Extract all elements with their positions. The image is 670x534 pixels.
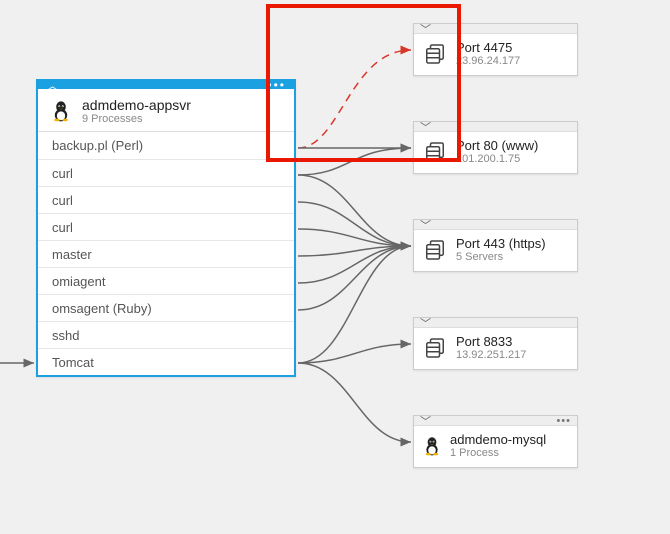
port-name: Port 80 (www) — [456, 138, 538, 153]
linux-penguin-icon — [422, 436, 442, 456]
chevron-up-icon[interactable]: ︿ — [46, 79, 59, 92]
process-item[interactable]: master — [38, 240, 294, 267]
process-item[interactable]: Tomcat — [38, 348, 294, 375]
server-stack-icon — [422, 336, 448, 360]
port-node-header: ﹀ ••• — [414, 416, 577, 426]
port-subtitle: 23.96.24.177 — [456, 55, 520, 67]
process-item[interactable]: backup.pl (Perl) — [38, 132, 294, 159]
chevron-down-icon[interactable]: ﹀ — [420, 413, 431, 429]
port-node-443[interactable]: ﹀ ••• Port 443 (https) 5 Servers — [413, 219, 578, 272]
port-name: Port 443 (https) — [456, 236, 546, 251]
port-node-body: Port 443 (https) 5 Servers — [414, 230, 577, 271]
linux-penguin-icon — [50, 100, 72, 122]
server-title-row: admdemo-appsvr 9 Processes — [38, 89, 294, 132]
port-name: Port 8833 — [456, 334, 526, 349]
port-node-body: admdemo-mysql 1 Process — [414, 426, 577, 467]
process-item[interactable]: curl — [38, 213, 294, 240]
highlight-rectangle — [266, 4, 461, 162]
server-node-admdemo-appsvr[interactable]: ︿ ••• admdemo-appsvr 9 Processes backup.… — [36, 79, 296, 377]
process-item[interactable]: curl — [38, 159, 294, 186]
process-item[interactable]: sshd — [38, 321, 294, 348]
process-item[interactable]: omiagent — [38, 267, 294, 294]
process-item[interactable]: curl — [38, 186, 294, 213]
server-node-header: ︿ ••• — [38, 81, 294, 89]
process-item[interactable]: omsagent (Ruby) — [38, 294, 294, 321]
process-list: backup.pl (Perl) curl curl curl master o… — [38, 132, 294, 375]
port-node-mysql[interactable]: ﹀ ••• admdemo-mysql 1 Process — [413, 415, 578, 468]
server-stack-icon — [422, 238, 448, 262]
port-node-header: ﹀ ••• — [414, 220, 577, 230]
port-name: Port 4475 — [456, 40, 520, 55]
server-name: admdemo-appsvr — [82, 97, 191, 113]
server-subtitle: 9 Processes — [82, 113, 191, 125]
port-subtitle: 1 Process — [450, 447, 546, 459]
more-menu-icon[interactable]: ••• — [556, 415, 571, 427]
port-node-body: Port 8833 13.92.251.217 — [414, 328, 577, 369]
port-subtitle: 5 Servers — [456, 251, 546, 263]
chevron-down-icon[interactable]: ﹀ — [420, 217, 431, 233]
port-node-header: ﹀ ••• — [414, 318, 577, 328]
port-name: admdemo-mysql — [450, 432, 546, 447]
chevron-down-icon[interactable]: ﹀ — [420, 315, 431, 331]
port-subtitle: 13.92.251.217 — [456, 349, 526, 361]
port-node-8833[interactable]: ﹀ ••• Port 8833 13.92.251.217 — [413, 317, 578, 370]
port-subtitle: 101.200.1.75 — [456, 153, 538, 165]
